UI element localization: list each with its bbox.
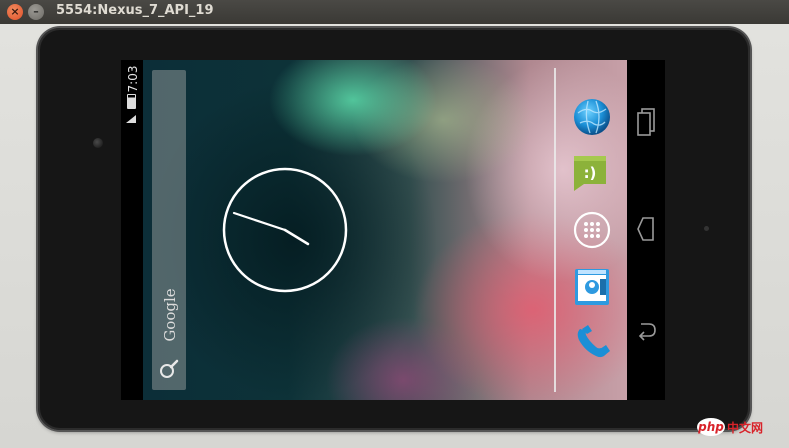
phone-icon[interactable] [572,321,612,361]
window-titlebar: × – 5554:Nexus_7_API_19 [0,0,789,25]
close-window-button[interactable]: × [7,4,23,20]
minimize-window-button[interactable]: – [28,4,44,20]
analog-clock-widget[interactable] [222,167,348,293]
clock-minute-hand [232,211,287,232]
signal-icon [125,114,137,124]
dock-divider [554,68,556,392]
battery-icon [127,94,136,109]
watermark-text: 中文网 [727,420,764,435]
globe-icon[interactable] [572,97,612,137]
contacts-icon[interactable] [572,267,612,307]
recent-apps-icon[interactable] [635,106,659,136]
navigation-bar [627,60,665,400]
google-search-bar[interactable]: Google [152,70,186,390]
php-logo: php [697,418,725,436]
svg-text::): :) [584,164,597,182]
app-drawer-icon[interactable] [572,210,612,250]
watermark: php 中文网 [697,417,763,437]
google-logo: Google [161,288,179,342]
device-screen[interactable]: 7:03 Google:) [121,60,665,400]
front-camera [93,138,103,148]
smiley-message-icon[interactable]: :) [572,153,612,193]
clock-hour-hand [283,228,310,246]
window-title: 5554:Nexus_7_API_19 [56,3,214,18]
home-icon[interactable] [635,214,659,244]
back-icon[interactable] [635,318,659,348]
status-bar[interactable]: 7:03 [121,60,143,400]
light-sensor [704,226,709,231]
status-time: 7:03 [126,65,140,93]
search-icon[interactable] [158,358,180,380]
